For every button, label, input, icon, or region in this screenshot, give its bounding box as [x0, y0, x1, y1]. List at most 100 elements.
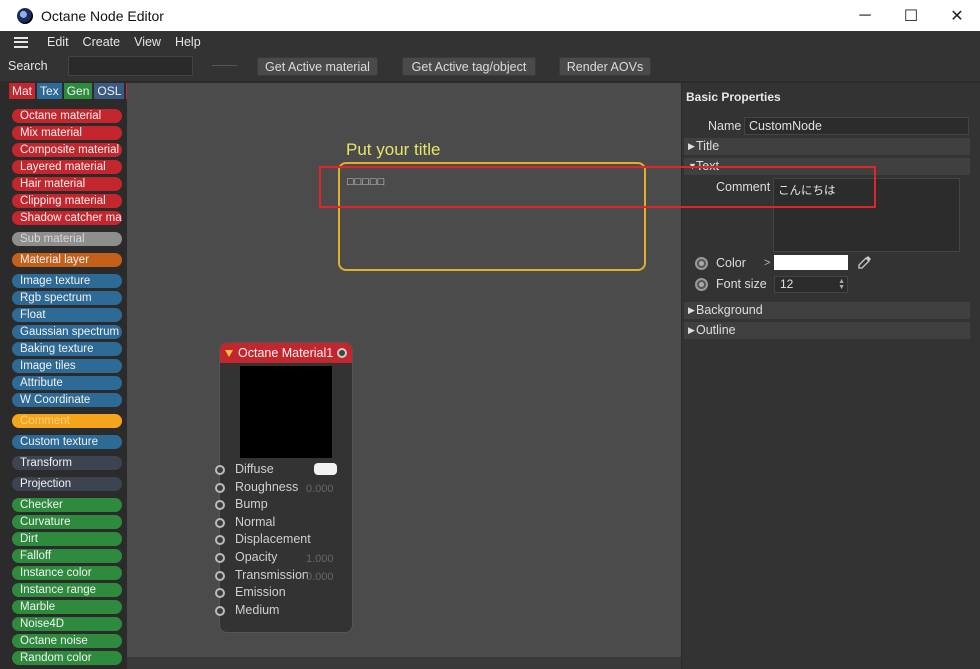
- spinner-arrows-icon[interactable]: ▲ ▼: [838, 278, 845, 291]
- palette-item-rgb-spectrum[interactable]: Rgb spectrum: [12, 291, 122, 305]
- palette-item-float[interactable]: Float: [12, 308, 122, 322]
- input-pin[interactable]: [215, 465, 225, 475]
- node-header[interactable]: Octane Material1: [220, 343, 352, 363]
- toolbar-separator: [212, 65, 237, 66]
- close-button[interactable]: ✕: [934, 0, 980, 31]
- palette-item-projection[interactable]: Projection: [12, 477, 122, 491]
- palette-item-mix-material[interactable]: Mix material: [12, 126, 122, 140]
- category-tab-osl[interactable]: OSL: [94, 83, 125, 99]
- menu-edit[interactable]: Edit: [40, 35, 76, 49]
- palette-item-hair-material[interactable]: Hair material: [12, 177, 122, 191]
- pin-label: Roughness: [235, 479, 299, 494]
- output-pin[interactable]: [337, 348, 347, 358]
- input-pin[interactable]: [215, 500, 225, 511]
- palette-item-material-layer[interactable]: Material layer: [12, 253, 122, 267]
- palette-item-marble[interactable]: Marble: [12, 600, 122, 614]
- menu-help[interactable]: Help: [168, 35, 208, 49]
- palette-item-baking-texture[interactable]: Baking texture: [12, 342, 122, 356]
- palette-item-instance-color[interactable]: Instance color: [12, 566, 122, 580]
- palette-item-transform[interactable]: Transform: [12, 456, 122, 470]
- octane-material-node[interactable]: Octane Material1 Diffuse Roughness 0.000 Bu…: [215, 342, 354, 633]
- render-aovs-button[interactable]: Render AOVs: [559, 57, 651, 76]
- window-title: Octane Node Editor: [41, 7, 164, 24]
- palette-item-composite-material[interactable]: Composite material: [12, 143, 122, 157]
- palette-item-shadow-catcher-material[interactable]: Shadow catcher material: [12, 211, 122, 225]
- palette-item-sub-material[interactable]: Sub material: [12, 232, 122, 246]
- palette-item-noise4d[interactable]: Noise4D: [12, 617, 122, 631]
- get-active-material-button[interactable]: Get Active material: [257, 57, 378, 76]
- input-pin[interactable]: [215, 553, 225, 563]
- cinema4d-app-icon: [17, 7, 33, 24]
- palette-item-comment[interactable]: Comment: [12, 414, 122, 428]
- input-pin[interactable]: [215, 570, 225, 581]
- hamburger-menu-icon[interactable]: [14, 36, 28, 48]
- group-outline[interactable]: ▶ Outline: [684, 322, 970, 339]
- input-pin[interactable]: [215, 535, 225, 546]
- search-input[interactable]: [68, 56, 193, 76]
- pin-label: Displacement: [235, 532, 311, 547]
- name-field[interactable]: CustomNode: [744, 117, 969, 135]
- title-bar: Octane Node Editor ─ ☐ ✕: [0, 0, 980, 31]
- eyedropper-icon[interactable]: [857, 254, 873, 270]
- diffuse-color-swatch[interactable]: [314, 463, 337, 475]
- palette-item-image-texture[interactable]: Image texture: [12, 274, 122, 288]
- category-tab-gen[interactable]: Gen: [63, 83, 93, 99]
- pin-row-diffuse: Diffuse: [215, 462, 354, 479]
- menu-create[interactable]: Create: [76, 35, 128, 49]
- name-label: Name: [708, 119, 742, 133]
- input-pin[interactable]: [215, 605, 225, 616]
- palette-item-w-coordinate[interactable]: W Coordinate: [12, 393, 122, 407]
- highlight-annotation-box: [319, 166, 876, 208]
- input-pin[interactable]: [215, 517, 225, 528]
- pin-label: Medium: [235, 602, 280, 617]
- search-label: Search: [8, 59, 48, 73]
- palette-item-gaussian-spectrum[interactable]: Gaussian spectrum: [12, 325, 122, 339]
- palette-item-octane-material[interactable]: Octane material: [12, 109, 122, 123]
- minimize-button[interactable]: ─: [842, 0, 888, 31]
- palette-item-custom-texture[interactable]: Custom texture: [12, 435, 122, 449]
- category-tab-mat[interactable]: Mat: [9, 83, 36, 99]
- color-swatch[interactable]: [774, 255, 848, 270]
- palette-item-instance-range[interactable]: Instance range: [12, 583, 122, 597]
- pin-value[interactable]: 0.000: [306, 483, 334, 495]
- palette-item-octane-noise[interactable]: Octane noise: [12, 634, 122, 648]
- bottom-strip: [127, 657, 681, 669]
- input-pin[interactable]: [215, 482, 225, 493]
- palette-item-dirt[interactable]: Dirt: [12, 532, 122, 546]
- pin-value[interactable]: 0.000: [306, 571, 334, 583]
- category-tab-tex[interactable]: Tex: [37, 83, 62, 99]
- comment-node-title[interactable]: Put your title: [346, 140, 441, 160]
- pin-row-transmission: Transmission 0.000: [215, 568, 354, 585]
- font-size-animate-radio[interactable]: [695, 278, 708, 291]
- pin-value[interactable]: 1.000: [306, 553, 334, 565]
- collapse-caret-icon[interactable]: [225, 349, 233, 357]
- menu-view[interactable]: View: [127, 35, 168, 49]
- palette-item-checker[interactable]: Checker: [12, 498, 122, 512]
- get-active-tag-object-button[interactable]: Get Active tag/object: [402, 57, 536, 76]
- font-size-field[interactable]: 12 ▲ ▼: [774, 276, 848, 293]
- pin-row-roughness: Roughness 0.000: [215, 479, 354, 497]
- input-pin[interactable]: [215, 588, 225, 599]
- palette-item-curvature[interactable]: Curvature: [12, 515, 122, 529]
- font-size-label: Font size: [716, 277, 767, 291]
- group-title[interactable]: ▶ Title: [684, 138, 970, 155]
- color-label: Color: [716, 256, 746, 270]
- group-background[interactable]: ▶ Background: [684, 302, 970, 319]
- toolbar: Search Get Active material Get Active ta…: [0, 53, 980, 81]
- palette-item-clipping-material[interactable]: Clipping material: [12, 194, 122, 208]
- maximize-button[interactable]: ☐: [888, 0, 934, 31]
- pin-row-opacity: Opacity 1.000: [215, 550, 354, 567]
- pin-label: Emission: [235, 585, 286, 600]
- palette-item-random-color[interactable]: Random color: [12, 651, 122, 665]
- pin-label: Diffuse: [235, 462, 274, 476]
- palette-item-layered-material[interactable]: Layered material: [12, 160, 122, 174]
- color-expand-arrow-icon[interactable]: >: [764, 257, 770, 269]
- palette-item-image-tiles[interactable]: Image tiles: [12, 359, 122, 373]
- expand-triangle-icon: ▶: [688, 305, 695, 315]
- color-animate-radio[interactable]: [695, 257, 708, 270]
- pin-label: Normal: [235, 514, 276, 529]
- palette-item-attribute[interactable]: Attribute: [12, 376, 122, 390]
- node-title: Octane Material1: [238, 346, 334, 360]
- group-title-label: Title: [696, 139, 720, 153]
- palette-item-falloff[interactable]: Falloff: [12, 549, 122, 563]
